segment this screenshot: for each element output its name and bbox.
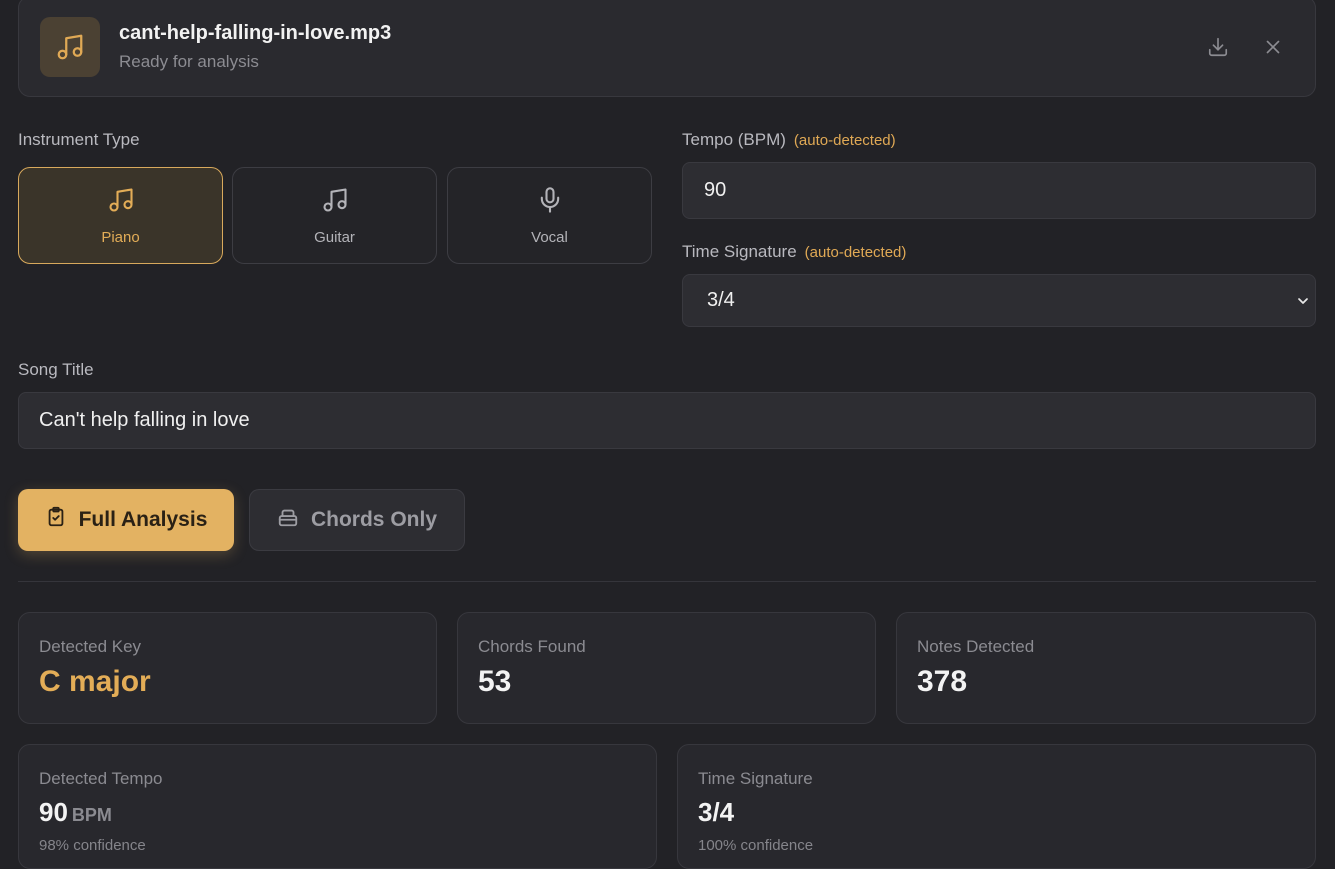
clipboard-check-icon (45, 506, 67, 534)
detected-tempo-card: Detected Tempo 90 BPM 98% confidence (18, 744, 657, 869)
instrument-vocal-button[interactable]: Vocal (447, 167, 652, 264)
time-signature-confidence: 100% confidence (698, 837, 814, 854)
detected-tempo-value-row: 90 BPM (39, 797, 112, 828)
music-note-icon (107, 186, 135, 219)
time-signature-stat-label: Time Signature (698, 769, 813, 788)
chords-found-value: 53 (478, 665, 512, 698)
detected-tempo-label: Detected Tempo (39, 769, 163, 788)
detected-tempo-value: 90 (39, 797, 68, 827)
chords-only-button[interactable]: Chords Only (249, 489, 465, 551)
song-title-input[interactable]: Can't help falling in love (18, 392, 1316, 449)
time-signature-auto-badge: (auto-detected) (804, 244, 907, 261)
time-signature-label: Time Signature (auto-detected) (682, 242, 906, 262)
time-signature-value: 3/4 (707, 289, 735, 311)
time-signature-select[interactable]: 3/4 (682, 274, 1316, 327)
detected-key-card: Detected Key C major (18, 612, 437, 724)
song-title-label: Song Title (18, 360, 94, 379)
file-card: cant-help-falling-in-love.mp3 Ready for … (18, 0, 1316, 97)
tempo-label-text: Tempo (BPM) (682, 130, 786, 149)
tempo-input[interactable]: 90 (682, 162, 1316, 219)
detected-tempo-unit: BPM (71, 805, 112, 825)
music-note-icon (40, 17, 100, 77)
file-status: Ready for analysis (119, 52, 259, 71)
close-icon[interactable] (1258, 32, 1288, 62)
chords-found-label: Chords Found (478, 637, 586, 656)
chevron-down-icon (1295, 292, 1311, 315)
layers-icon (277, 506, 299, 534)
notes-detected-card: Notes Detected 378 (896, 612, 1316, 724)
file-name: cant-help-falling-in-love.mp3 (119, 22, 392, 44)
microphone-icon (536, 186, 564, 219)
time-signature-card: Time Signature 3/4 100% confidence (677, 744, 1316, 869)
detected-key-label: Detected Key (39, 637, 142, 656)
tempo-auto-badge: (auto-detected) (793, 132, 896, 149)
tempo-label: Tempo (BPM) (auto-detected) (682, 130, 896, 150)
download-icon[interactable] (1203, 32, 1233, 62)
instrument-type-label: Instrument Type (18, 130, 140, 149)
time-signature-stat-value: 3/4 (698, 797, 735, 827)
full-analysis-label: Full Analysis (78, 508, 208, 531)
full-analysis-button[interactable]: Full Analysis (18, 489, 234, 551)
chords-only-label: Chords Only (310, 508, 437, 531)
notes-detected-label: Notes Detected (917, 637, 1035, 656)
music-note-icon (321, 186, 349, 219)
instrument-piano-label: Piano (101, 228, 140, 246)
instrument-guitar-button[interactable]: Guitar (232, 167, 437, 264)
chords-found-card: Chords Found 53 (457, 612, 876, 724)
instrument-vocal-label: Vocal (531, 228, 568, 246)
divider (18, 581, 1316, 582)
time-signature-label-text: Time Signature (682, 242, 797, 261)
instrument-guitar-label: Guitar (314, 228, 355, 246)
instrument-piano-button[interactable]: Piano (18, 167, 223, 264)
notes-detected-value: 378 (917, 665, 968, 698)
detected-tempo-confidence: 98% confidence (39, 837, 146, 854)
detected-key-value: C major (39, 665, 151, 698)
